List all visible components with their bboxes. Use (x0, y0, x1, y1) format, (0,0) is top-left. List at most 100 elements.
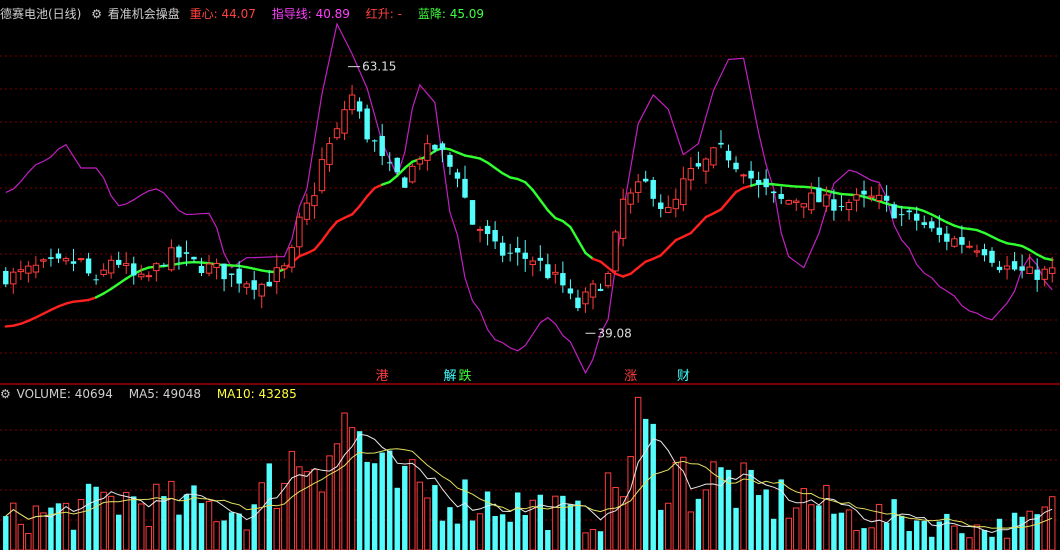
volume-bar (514, 492, 521, 550)
volume-bar (70, 529, 77, 550)
candle-body (296, 216, 303, 248)
volume-bar (183, 494, 190, 550)
candle-body (831, 199, 837, 211)
low-price-label: 39.08 (597, 326, 631, 340)
volume-bar (161, 496, 167, 550)
center-line-segment (659, 246, 670, 257)
ma5-value: 49048 (162, 387, 201, 401)
chart-canvas[interactable]: 63.15 39.08 港 解跌 涨 财 (0, 0, 1060, 550)
volume-bar (582, 532, 589, 550)
candle-body (853, 194, 860, 201)
settings-icon[interactable]: ⚙ (0, 387, 11, 401)
center-line-segment (614, 272, 625, 278)
center-line-segment (998, 239, 1009, 245)
candle-body (394, 157, 400, 173)
center-label-text: 重心: (189, 7, 218, 21)
indicator-name[interactable]: 看准机会操盘 (108, 7, 180, 21)
volume-bar (634, 396, 642, 550)
candle-body (213, 262, 220, 268)
candle-body (658, 202, 664, 209)
volume-bar (921, 520, 927, 550)
center-line-segment (109, 282, 120, 291)
settings-icon[interactable]: ⚙ (91, 7, 102, 21)
volume-bar (793, 507, 800, 550)
center-line-segment (1035, 253, 1046, 260)
candle-body (989, 250, 995, 263)
candle-body (522, 252, 528, 259)
volume-bar (575, 500, 581, 550)
candle-body (748, 170, 754, 179)
center-line-segment (516, 177, 527, 184)
volume-bar (273, 507, 281, 550)
candle-body (589, 283, 597, 298)
volume-bar (898, 515, 905, 550)
candle-body (469, 200, 476, 225)
red-rise-label: 红升: - (366, 7, 408, 21)
center-line-segment (42, 308, 53, 315)
candle-body (32, 264, 40, 273)
candle-body (341, 109, 348, 134)
center-line-segment (493, 166, 504, 175)
stock-name[interactable]: 德赛电池(日线) (0, 7, 81, 21)
candle-body (454, 172, 461, 179)
candle-body (266, 281, 272, 287)
candle-body (921, 222, 927, 225)
volume-bar (17, 523, 25, 550)
volume-bar (236, 513, 242, 550)
candle-body (492, 230, 498, 242)
center-line-segment (94, 292, 105, 299)
center-line-segment (561, 219, 572, 229)
volume-bar (243, 529, 250, 550)
event-marker: 跌 (458, 368, 471, 384)
center-line-segment (546, 209, 557, 220)
volume-bar (213, 521, 220, 550)
candle-body (17, 269, 25, 273)
center-line-segment (652, 254, 662, 261)
volume-bar (537, 494, 544, 550)
volume-bar (85, 483, 92, 550)
center-line-segment (335, 216, 346, 223)
event-markers: 港 解跌 涨 财 (376, 368, 690, 384)
center-line-segment (704, 212, 715, 219)
candle-body (424, 143, 431, 161)
guide-line (5, 22, 1053, 375)
volume-bar (507, 521, 513, 550)
candle-body (898, 214, 905, 216)
volume-bar (115, 514, 122, 550)
center-line-segment (930, 213, 941, 220)
center-line-segment (674, 235, 685, 242)
candle-body (191, 256, 197, 260)
volume-bar (552, 495, 559, 550)
ma5-label: MA5: 49048 (129, 387, 207, 401)
volume-pane-header: ⚙ VOLUME: 40694 MA5: 49048 MA10: 43285 (0, 383, 309, 405)
center-label: 重心: 44.07 (190, 7, 262, 21)
center-line-segment (983, 231, 994, 238)
volume-bar (1034, 514, 1040, 550)
volume-bar (93, 486, 99, 550)
candle-body (499, 242, 506, 256)
volume-label: VOLUME: 40694 (17, 387, 119, 401)
volume-bar (356, 431, 363, 550)
center-line-segment (350, 204, 361, 216)
candle-body (303, 202, 311, 220)
candle-body (680, 178, 687, 206)
candle-body (619, 198, 627, 239)
center-line-segment (358, 195, 369, 208)
volume-bar (145, 526, 153, 550)
center-line-segment (697, 215, 708, 227)
guide-label: 指导线: 40.89 (272, 7, 356, 21)
guide-value: 40.89 (315, 7, 350, 21)
candle-body (906, 210, 912, 213)
volume-bar (153, 483, 160, 550)
center-line-segment (644, 257, 655, 263)
candle-body (183, 252, 190, 254)
event-marker: 涨 (624, 369, 637, 384)
center-line-segment (599, 260, 610, 269)
volume-bar (748, 469, 754, 550)
volume-bar (868, 527, 875, 550)
candle-body (672, 198, 680, 210)
volume-bar (996, 518, 1003, 550)
center-line-segment (57, 302, 68, 308)
volume-bar (883, 522, 890, 550)
candle-body (687, 168, 695, 181)
